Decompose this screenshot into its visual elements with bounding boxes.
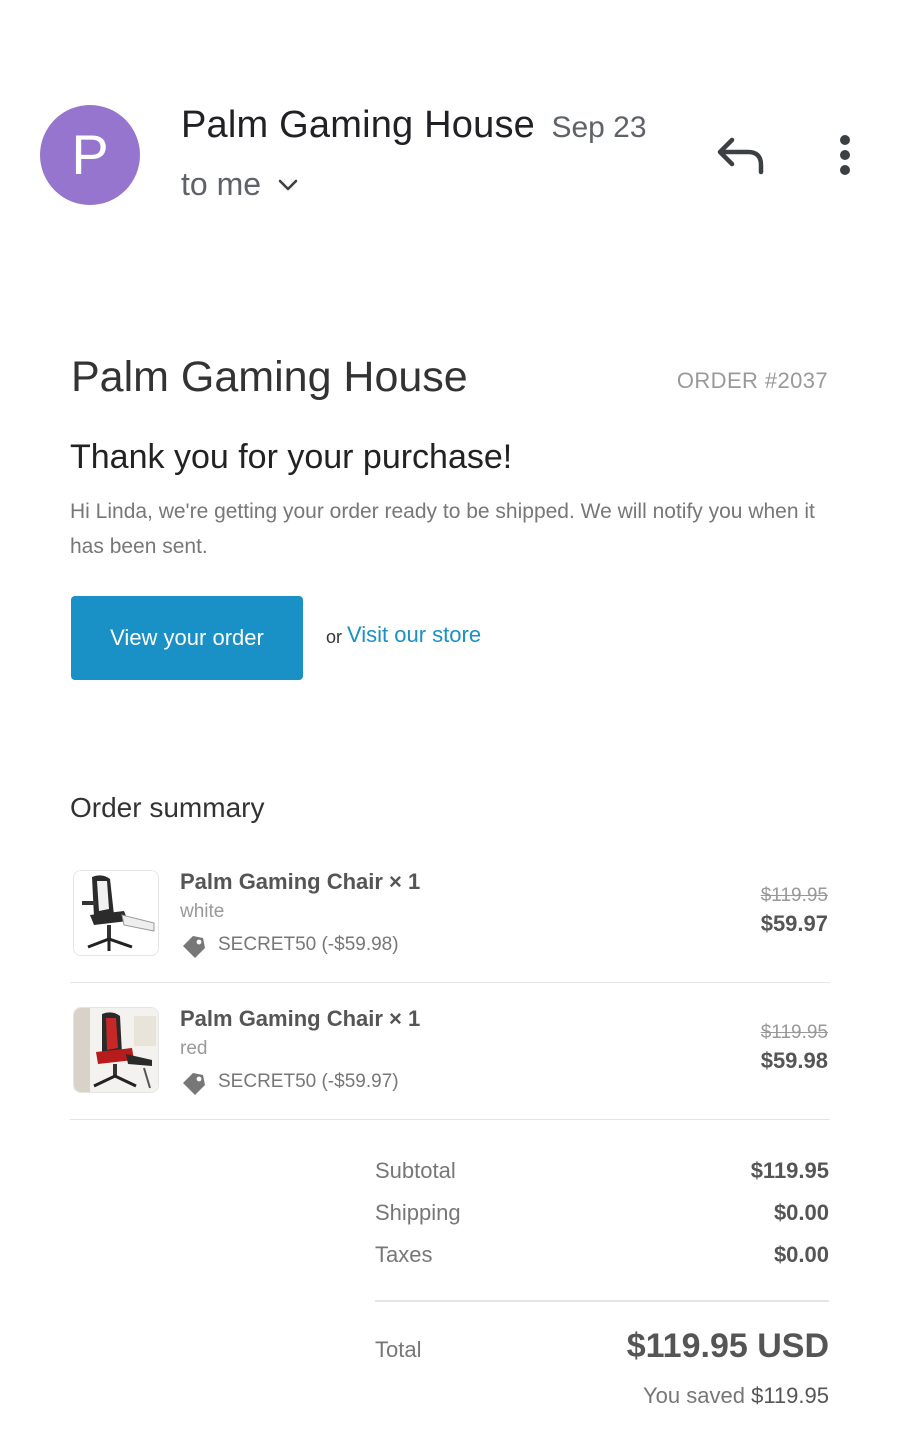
discount-row: SECRET50 (-$59.98) (180, 932, 399, 958)
subtotal-label: Subtotal (375, 1158, 456, 1183)
discount-code: SECRET50 (-$59.97) (218, 1071, 399, 1092)
subtotal-row: Subtotal $119.95 (375, 1150, 829, 1192)
final-price: $59.97 (760, 911, 828, 936)
taxes-value: $0.00 (773, 1242, 829, 1267)
discount-row: SECRET50 (-$59.97) (180, 1069, 399, 1095)
original-price: $119.95 (760, 885, 828, 906)
email-view: P Palm Gaming House Sep 23 to me Palm Ga… (0, 0, 900, 1455)
order-message: Hi Linda, we're getting your order ready… (70, 500, 815, 558)
gaming-chair-red-image (73, 1007, 159, 1093)
line-item: Palm Gaming Chair × 1 red SECRET50 (-$59… (70, 982, 830, 1120)
item-title: Palm Gaming Chair × 1 (180, 869, 421, 894)
view-order-button[interactable]: View your order (71, 596, 303, 680)
chevron-down-icon[interactable] (275, 172, 301, 198)
sender-avatar[interactable]: P (40, 105, 140, 205)
tag-icon (183, 936, 205, 958)
thank-you-heading: Thank you for your purchase! (70, 438, 513, 476)
original-price: $119.95 (760, 1022, 828, 1043)
recipient-details-toggle[interactable]: to me (181, 166, 301, 203)
store-name: Palm Gaming House (71, 353, 468, 401)
gaming-chair-white-image (73, 870, 159, 956)
reply-icon[interactable] (712, 130, 768, 180)
discount-code: SECRET50 (-$59.98) (218, 934, 399, 955)
shipping-row: Shipping $0.00 (375, 1192, 829, 1234)
savings-text: You saved $119.95 (643, 1383, 829, 1409)
order-number: ORDER #2037 (676, 368, 828, 393)
shipping-label: Shipping (375, 1200, 461, 1225)
sender-line: Palm Gaming House Sep 23 (181, 104, 647, 147)
item-title: Palm Gaming Chair × 1 (180, 1006, 421, 1031)
sender-name[interactable]: Palm Gaming House (181, 104, 535, 146)
savings-amount: $119.95 (751, 1383, 829, 1408)
taxes-label: Taxes (375, 1242, 433, 1267)
line-item: Palm Gaming Chair × 1 white SECRET50 (-$… (70, 845, 830, 983)
more-vert-icon[interactable] (826, 130, 864, 180)
partial-icon (832, 0, 858, 2)
recipient-label: to me (181, 166, 262, 202)
taxes-row: Taxes $0.00 (375, 1234, 829, 1276)
total-label: Total (375, 1337, 422, 1362)
order-summary-heading: Order summary (70, 792, 265, 823)
or-text: or (326, 627, 343, 647)
totals-table: Subtotal $119.95 Shipping $0.00 Taxes $0… (375, 1150, 829, 1276)
shipping-value: $0.00 (773, 1200, 829, 1225)
subtotal-value: $119.95 (750, 1158, 829, 1183)
savings-prefix: You saved (643, 1383, 752, 1408)
totals-divider (375, 1300, 829, 1302)
tag-icon (183, 1073, 205, 1095)
total-value: $119.95 USD (626, 1327, 829, 1365)
item-variant: red (180, 1038, 208, 1059)
visit-store-link[interactable]: Visit our store (347, 622, 481, 648)
email-date: Sep 23 (551, 111, 647, 144)
final-price: $59.98 (760, 1048, 828, 1073)
item-variant: white (180, 901, 225, 922)
